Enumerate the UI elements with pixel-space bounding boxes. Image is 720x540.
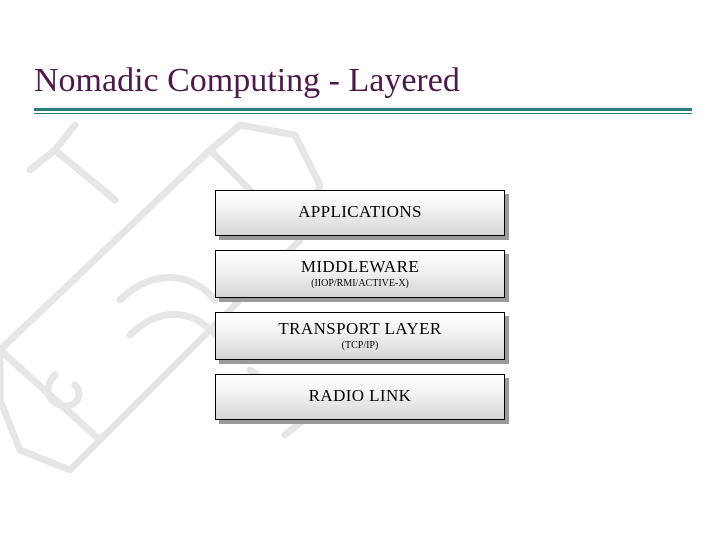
- title-underline: [34, 108, 692, 114]
- layer-applications: APPLICATIONS: [215, 190, 505, 236]
- layer-label: MIDDLEWARE: [301, 257, 419, 277]
- layer-label: APPLICATIONS: [298, 202, 422, 222]
- layer-sublabel: (TCP/IP): [342, 340, 379, 351]
- layer-transport: TRANSPORT LAYER (TCP/IP): [215, 312, 505, 360]
- layer-radio-link: RADIO LINK: [215, 374, 505, 420]
- layer-middleware: MIDDLEWARE (IIOP/RMI/ACTIVE-X): [215, 250, 505, 298]
- layer-label: TRANSPORT LAYER: [278, 319, 441, 339]
- slide-title: Nomadic Computing - Layered: [34, 62, 460, 100]
- layer-label: RADIO LINK: [309, 386, 412, 406]
- layer-stack: APPLICATIONS MIDDLEWARE (IIOP/RMI/ACTIVE…: [215, 190, 505, 420]
- layer-sublabel: (IIOP/RMI/ACTIVE-X): [311, 278, 409, 289]
